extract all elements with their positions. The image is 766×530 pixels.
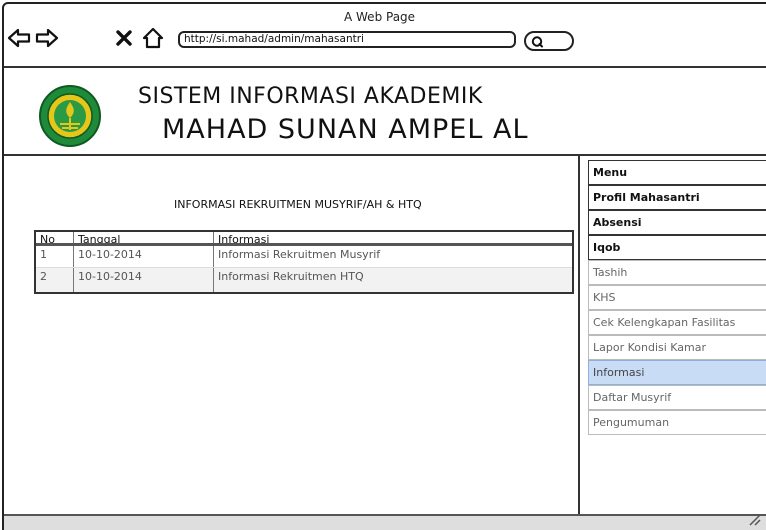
system-subtitle: MAHAD SUNAN AMPEL AL <box>162 114 529 145</box>
menu-item-cek-kelengkapan-fasilitas[interactable]: Cek Kelengkapan Fasilitas <box>588 310 766 335</box>
section-title: INFORMASI REKRUITMEN MUSYRIF/AH & HTQ <box>174 198 422 211</box>
window-title: A Web Page <box>344 10 416 24</box>
menu-item-khs[interactable]: KHS <box>588 285 766 310</box>
search-box[interactable] <box>524 31 574 51</box>
cell-date: 10-10-2014 <box>74 246 214 267</box>
cell-info[interactable]: Informasi Rekruitmen HTQ <box>214 268 572 292</box>
info-table: No Tanggal Informasi 1 10-10-2014 Inform… <box>34 230 574 294</box>
cell-no: 2 <box>36 268 74 292</box>
status-bar <box>4 514 766 530</box>
header-top-divider <box>4 66 766 68</box>
sidebar-menu: Menu Profil Mahasantri Absensi Iqob Tash… <box>588 160 766 435</box>
back-arrow-icon[interactable] <box>6 26 32 50</box>
menu-item-iqob[interactable]: Iqob <box>588 235 766 260</box>
forward-arrow-icon[interactable] <box>34 26 60 50</box>
menu-header: Menu <box>588 160 766 185</box>
system-title: SISTEM INFORMASI AKADEMIK <box>138 84 483 109</box>
cell-no: 1 <box>36 246 74 267</box>
table-row[interactable]: 2 10-10-2014 Informasi Rekruitmen HTQ <box>36 268 572 292</box>
table-header: No Tanggal Informasi <box>36 232 572 246</box>
menu-item-lapor-kondisi-kamar[interactable]: Lapor Kondisi Kamar <box>588 335 766 360</box>
home-icon[interactable] <box>140 26 166 50</box>
menu-item-informasi[interactable]: Informasi <box>588 360 766 385</box>
column-header-no[interactable]: No <box>36 232 74 243</box>
cell-info[interactable]: Informasi Rekruitmen Musyrif <box>214 246 572 267</box>
menu-item-tashih[interactable]: Tashih <box>588 260 766 285</box>
logo-icon <box>39 85 101 147</box>
title-bar: A Web Page http://si.mahad/admin/mahasan… <box>4 4 766 66</box>
menu-item-pengumuman[interactable]: Pengumuman <box>588 410 766 435</box>
menu-item-absensi[interactable]: Absensi <box>588 210 766 235</box>
menu-item-daftar-musyrif[interactable]: Daftar Musyrif <box>588 385 766 410</box>
column-header-date[interactable]: Tanggal <box>74 232 214 243</box>
address-bar[interactable]: http://si.mahad/admin/mahasantri <box>178 31 516 48</box>
column-header-info[interactable]: Informasi <box>214 232 572 243</box>
browser-window: A Web Page http://si.mahad/admin/mahasan… <box>2 2 766 530</box>
search-icon <box>531 36 543 48</box>
resize-grip-icon[interactable] <box>746 512 762 526</box>
menu-item-profil-mahasantri[interactable]: Profil Mahasantri <box>588 185 766 210</box>
sidebar-divider <box>578 154 580 514</box>
close-icon[interactable] <box>114 28 134 48</box>
header-bottom-divider <box>4 154 766 156</box>
table-row[interactable]: 1 10-10-2014 Informasi Rekruitmen Musyri… <box>36 246 572 268</box>
cell-date: 10-10-2014 <box>74 268 214 292</box>
